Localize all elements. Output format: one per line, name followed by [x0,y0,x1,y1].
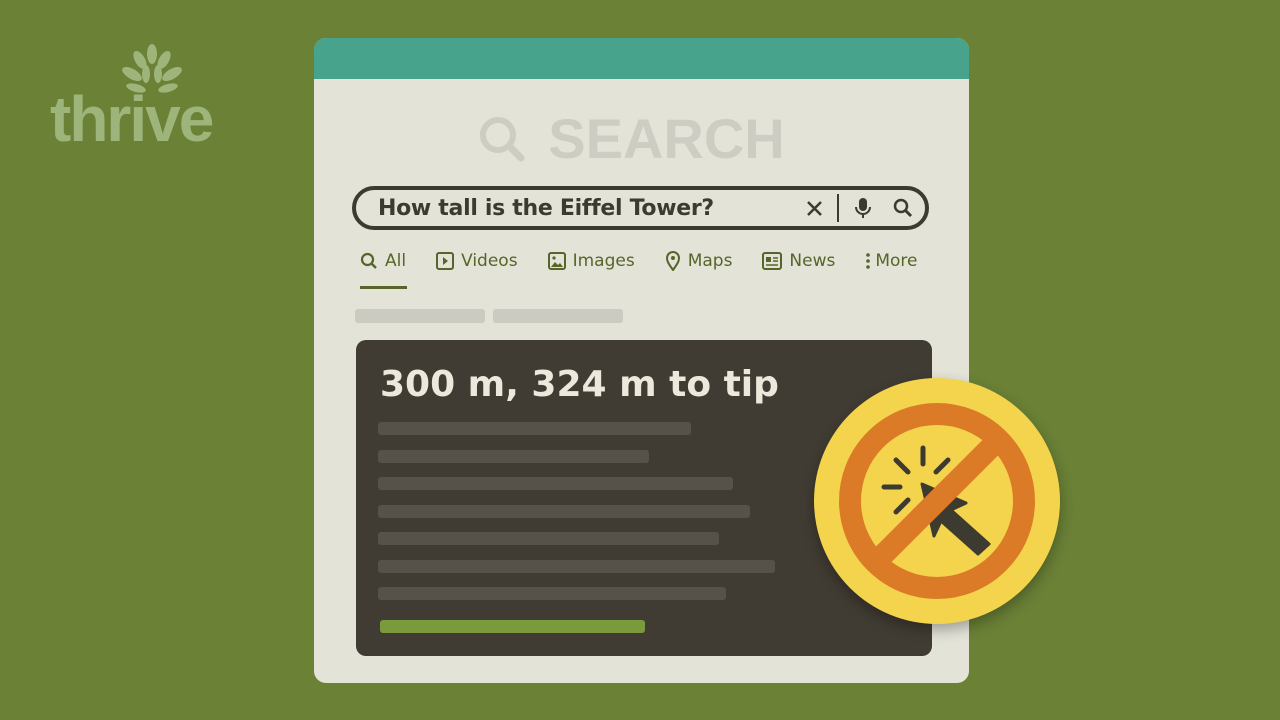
tab-label: Videos [461,251,518,271]
news-icon [762,252,783,270]
tab-more[interactable]: More [865,248,918,274]
more-vertical-icon [866,253,871,269]
tab-images[interactable]: Images [547,248,635,274]
tab-label: Images [572,251,635,271]
text-line [378,560,775,573]
microphone-icon[interactable] [852,196,874,222]
tab-label: All [385,251,407,271]
no-click-badge [814,378,1060,624]
answer-text: 300 m, 324 m to tip [380,364,779,405]
tab-news[interactable]: News [762,248,835,274]
tab-videos[interactable]: Videos [436,248,518,274]
text-line [378,532,719,545]
map-pin-icon [665,251,680,271]
text-line [378,422,691,435]
search-icon[interactable] [892,196,916,220]
divider [837,194,839,222]
search-icon [360,252,377,269]
tab-label: Maps [687,251,733,271]
thrive-logo: thrive [50,44,230,155]
tab-all[interactable]: All [360,248,406,274]
tab-label: News [789,251,836,271]
page-title: SEARCH [548,107,785,170]
source-link-bar [380,620,645,633]
search-tabs: All Videos Images Maps News More [360,248,948,274]
play-icon [436,252,455,270]
search-input[interactable]: How tall is the Eiffel Tower? [352,186,929,230]
text-line [378,505,750,518]
search-query: How tall is the Eiffel Tower? [378,196,714,221]
tab-maps[interactable]: Maps [665,248,733,274]
text-line [378,450,649,463]
tab-label: More [875,251,918,271]
active-tab-indicator [360,286,407,289]
placeholder-bar [493,309,623,323]
text-line [378,587,726,600]
placeholder-bar [355,309,485,323]
image-icon [547,252,566,270]
clear-icon[interactable] [804,196,826,220]
logo-text: thrive [50,83,214,155]
text-line [378,477,733,490]
window-header [314,38,969,79]
no-click-icon [839,403,1035,599]
